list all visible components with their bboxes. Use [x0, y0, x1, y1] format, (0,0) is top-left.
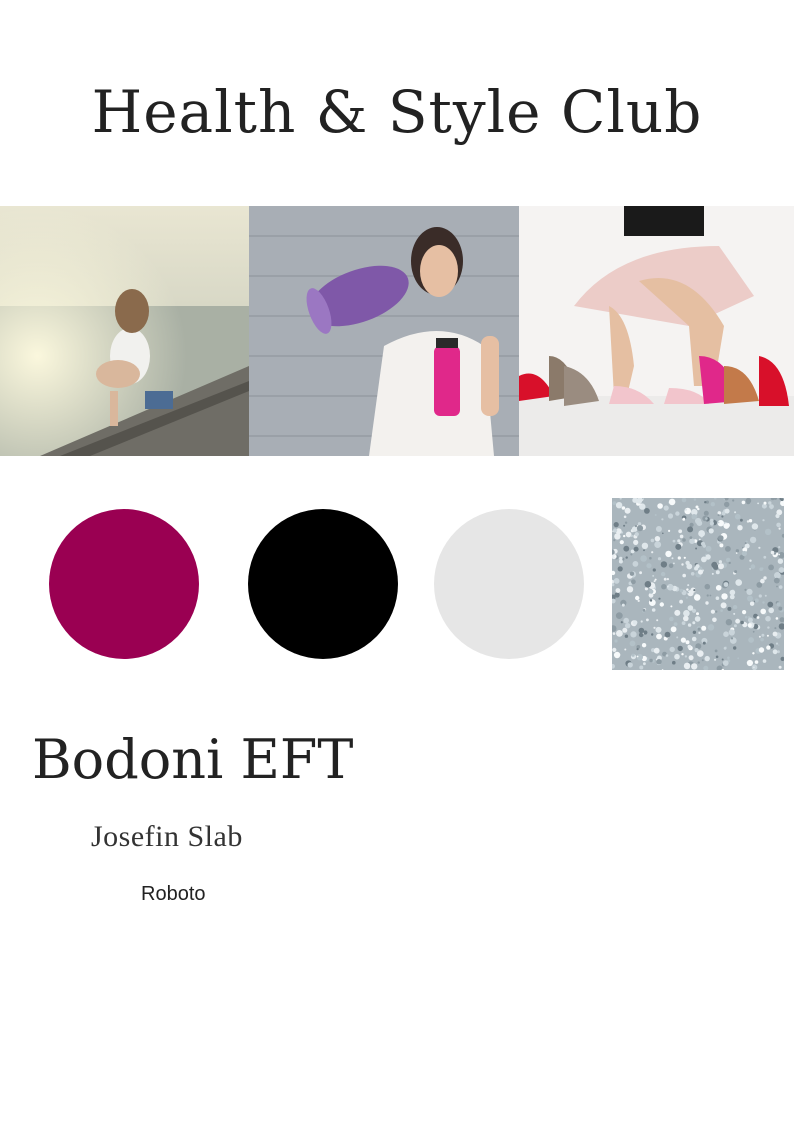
color-swatch-light-gray — [434, 509, 584, 659]
page-title: Health & Style Club — [91, 78, 703, 146]
color-swatch-black — [248, 509, 398, 659]
subheading-font-sample: Josefin Slab — [91, 820, 243, 853]
color-swatch-magenta — [49, 509, 199, 659]
woman-with-yoga-mat-photo — [249, 206, 519, 456]
heading-font-sample: Bodoni EFT — [32, 728, 354, 791]
body-font-sample: Roboto — [141, 883, 206, 905]
silver-glitter-texture — [612, 498, 784, 670]
woman-with-heels-photo — [519, 206, 794, 456]
woman-on-pier-photo — [0, 206, 249, 456]
